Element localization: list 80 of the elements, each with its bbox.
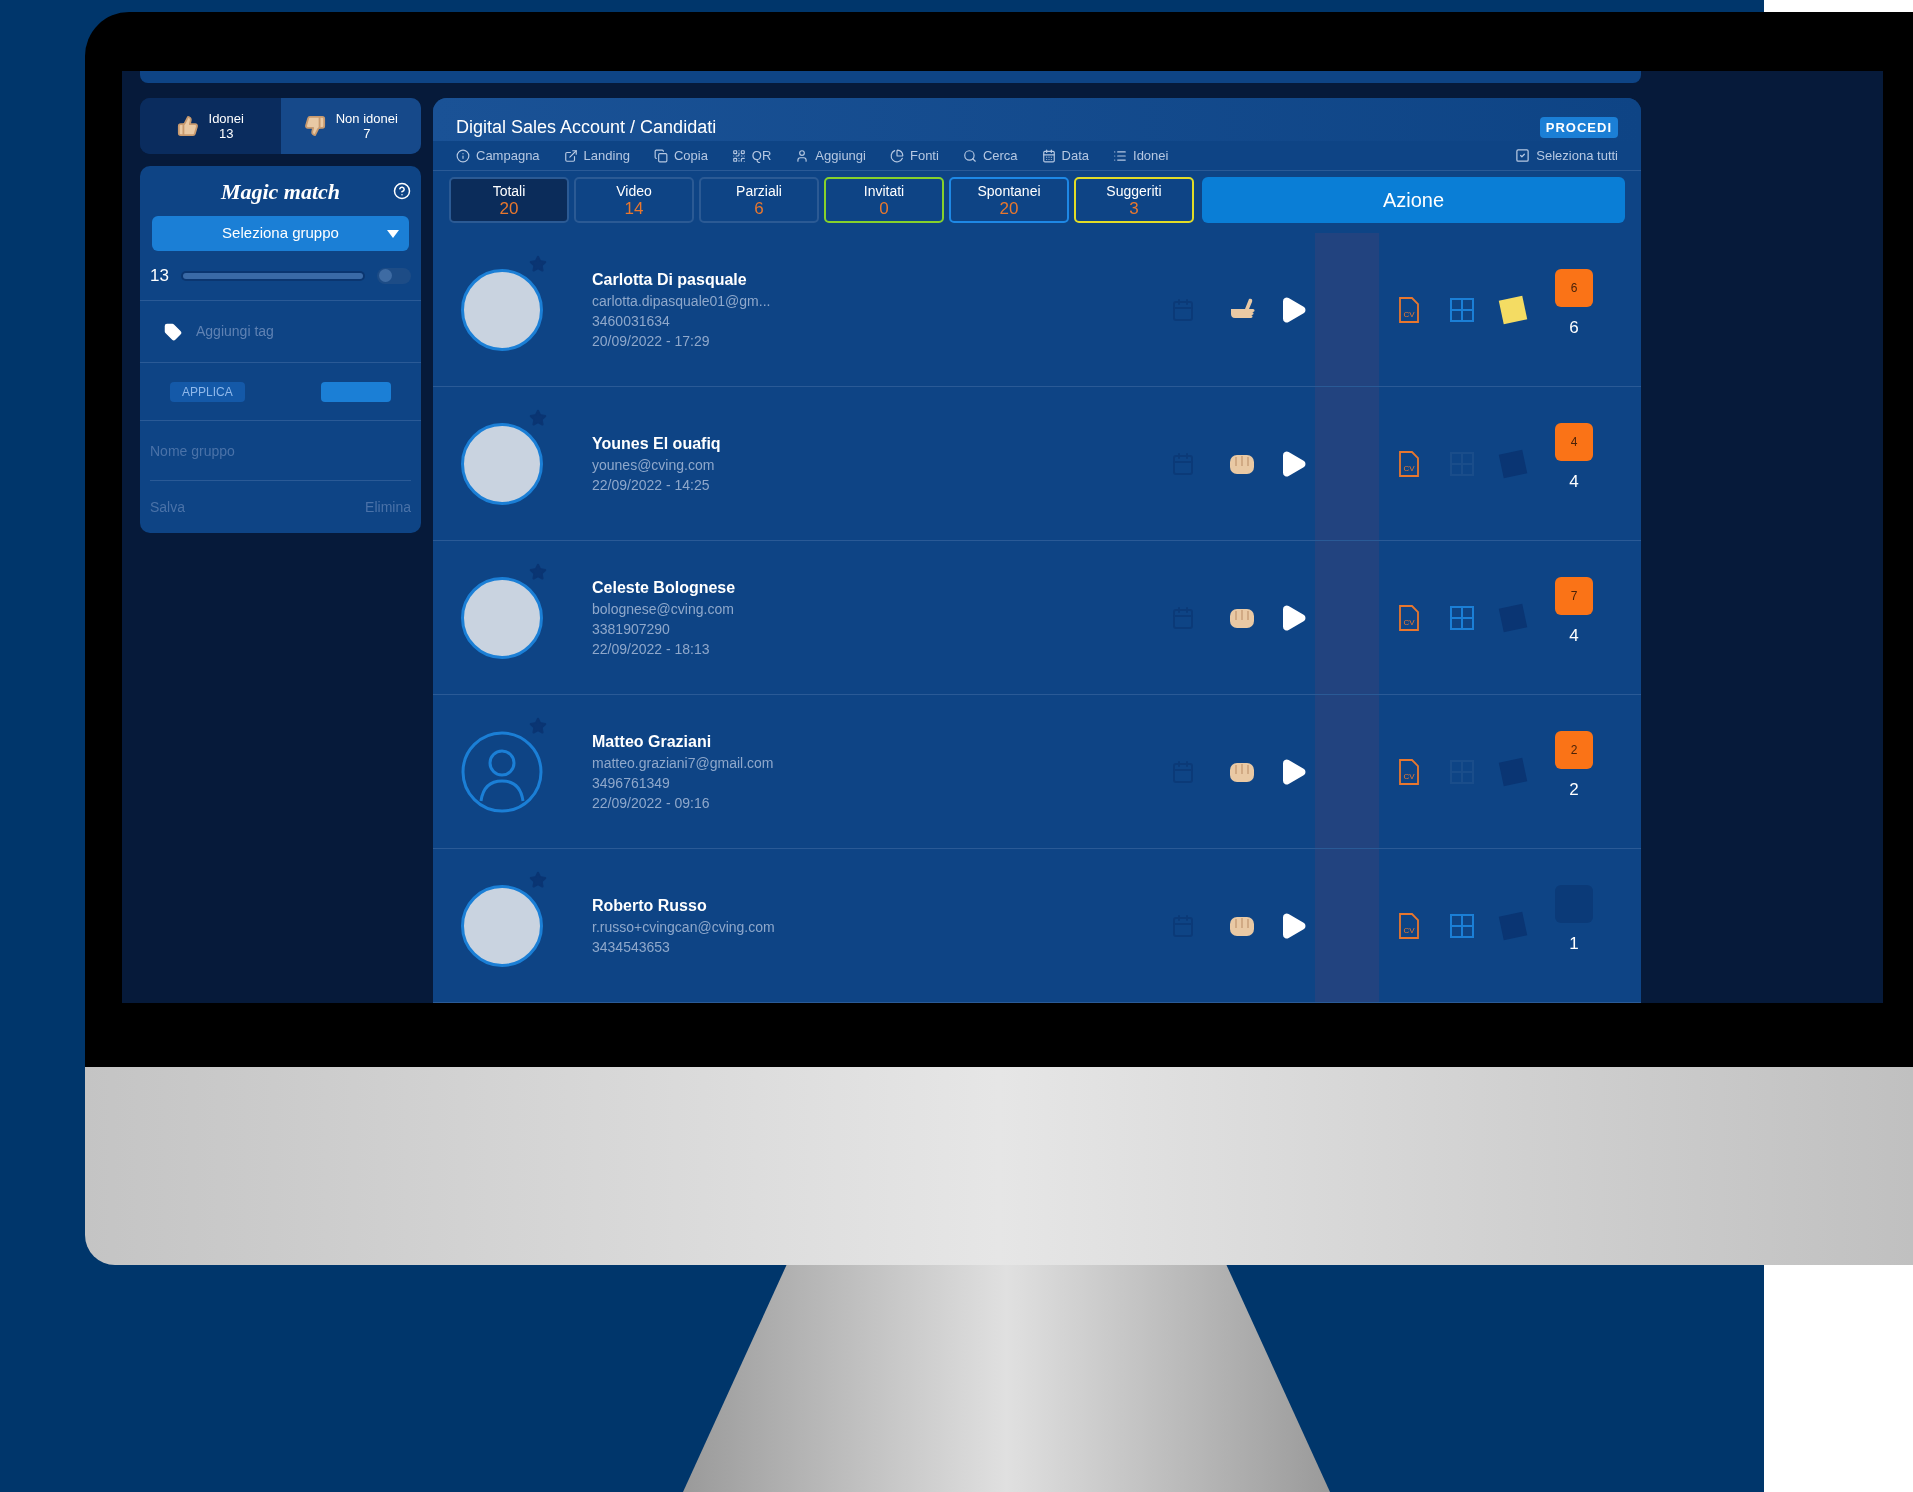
stat-tab[interactable]: Suggeriti 3	[1074, 177, 1194, 223]
stat-tab[interactable]: Totali 20	[449, 177, 569, 223]
proceed-button[interactable]: PROCEDI	[1539, 117, 1618, 138]
calendar-icon	[1041, 148, 1056, 163]
info-icon	[456, 148, 470, 163]
candidate-email: carlotta.dipasquale01@gm...	[592, 291, 772, 311]
external-link-icon	[563, 148, 578, 163]
puzzle-icon[interactable]	[1450, 913, 1474, 938]
candidate-phone: 3460031634	[592, 311, 671, 331]
list-icon	[1113, 148, 1128, 163]
qr-code-icon	[731, 148, 746, 163]
submit-button[interactable]	[321, 381, 391, 402]
toggle-switch[interactable]	[377, 267, 411, 284]
search-icon	[962, 148, 977, 163]
toolbar-button[interactable]: Aggiungi	[795, 145, 866, 166]
candidate-name[interactable]: Roberto Russo	[592, 894, 1153, 917]
thumbs-up-icon	[176, 115, 199, 137]
candidate-email: matteo.graziani7@gmail.com	[592, 753, 775, 773]
toolbar-button[interactable]: Data	[1041, 145, 1090, 166]
copy-icon	[653, 148, 668, 163]
candidate-phone: 3381907290	[592, 619, 671, 639]
candidate-date: 22/09/2022 - 09:16	[592, 793, 711, 813]
count-badge: 7	[1555, 576, 1593, 615]
candidate-email: r.russo+cvingcan@cving.com	[592, 917, 776, 937]
candidate-email: younes@cving.com	[592, 455, 716, 475]
stat-tab[interactable]: Parziali 6	[699, 177, 819, 223]
candidate-phone: 3434543653	[592, 937, 671, 957]
score-value: 2	[1569, 778, 1579, 801]
pie-chart-icon	[889, 148, 904, 163]
filter-tab[interactable]: Non idonei 7	[280, 98, 421, 154]
tag-input[interactable]: Aggiungi tag	[196, 321, 396, 342]
cv-file-icon[interactable]: CV	[1398, 449, 1420, 478]
thumbs-down-icon	[303, 115, 326, 137]
group-name-input[interactable]: Nome gruppo	[150, 421, 411, 481]
group-select[interactable]: Seleziona gruppo	[152, 216, 409, 251]
score-value: 4	[1569, 470, 1579, 493]
panel-title: Magic match	[220, 177, 341, 206]
help-icon[interactable]	[393, 182, 411, 200]
toolbar-button[interactable]: Landing	[563, 145, 630, 166]
select-all-button[interactable]: Seleziona tutti	[1515, 145, 1618, 166]
candidate-name[interactable]: Carlotta Di pasquale	[592, 268, 1153, 291]
stat-tab[interactable]: Video 14	[574, 177, 694, 223]
puzzle-icon[interactable]	[1450, 297, 1474, 322]
cv-file-icon[interactable]: CV	[1398, 603, 1420, 632]
toolbar-button[interactable]: Idonei	[1113, 145, 1169, 166]
stat-tab[interactable]: Spontanei 20	[949, 177, 1069, 223]
checkbox-icon	[1515, 148, 1531, 163]
toolbar-button[interactable]: QR	[731, 145, 772, 166]
toolbar-button[interactable]: Campagna	[456, 145, 540, 166]
score-value: 1	[1569, 932, 1579, 955]
candidate-date: 20/09/2022 - 17:29	[592, 331, 711, 351]
candidate-name[interactable]: Celeste Bolognese	[592, 576, 1153, 599]
cv-file-icon[interactable]: CV	[1398, 757, 1420, 786]
toolbar-button[interactable]: Fonti	[889, 145, 939, 166]
score-value: 4	[1569, 624, 1579, 647]
count-badge: 4	[1555, 422, 1593, 461]
puzzle-icon[interactable]	[1450, 605, 1474, 630]
cv-file-icon[interactable]: CV	[1398, 911, 1420, 940]
candidate-date: 22/09/2022 - 18:13	[592, 639, 711, 659]
avatar-silhouette-icon	[461, 730, 543, 813]
candidate-name[interactable]: Matteo Graziani	[592, 730, 1153, 753]
candidate-email: bolognese@cving.com	[592, 599, 735, 619]
sticky-note-icon[interactable]	[1498, 295, 1528, 324]
cv-file-icon[interactable]: CV	[1398, 295, 1420, 324]
candidate-date: 22/09/2022 - 14:25	[592, 475, 711, 495]
toolbar-button[interactable]: Copia	[653, 145, 708, 166]
slider-value: 13	[150, 264, 169, 287]
score-value: 6	[1569, 316, 1579, 339]
page-title: Digital Sales Account / Candidati	[456, 116, 717, 139]
count-badge: 6	[1555, 268, 1593, 307]
dropdown-caret-icon	[387, 229, 399, 238]
tag-icon	[164, 322, 182, 341]
candidate-name[interactable]: Younes El ouafiq	[592, 432, 1153, 455]
count-badge: 2	[1555, 730, 1593, 769]
action-button[interactable]: Azione	[1202, 177, 1625, 223]
candidate-phone: 3496761349	[592, 773, 671, 793]
apply-button[interactable]: APPLICA	[170, 381, 245, 402]
user-icon	[795, 148, 810, 163]
toolbar-button[interactable]: Cerca	[962, 145, 1018, 166]
stat-tab[interactable]: Invitati 0	[824, 177, 944, 223]
